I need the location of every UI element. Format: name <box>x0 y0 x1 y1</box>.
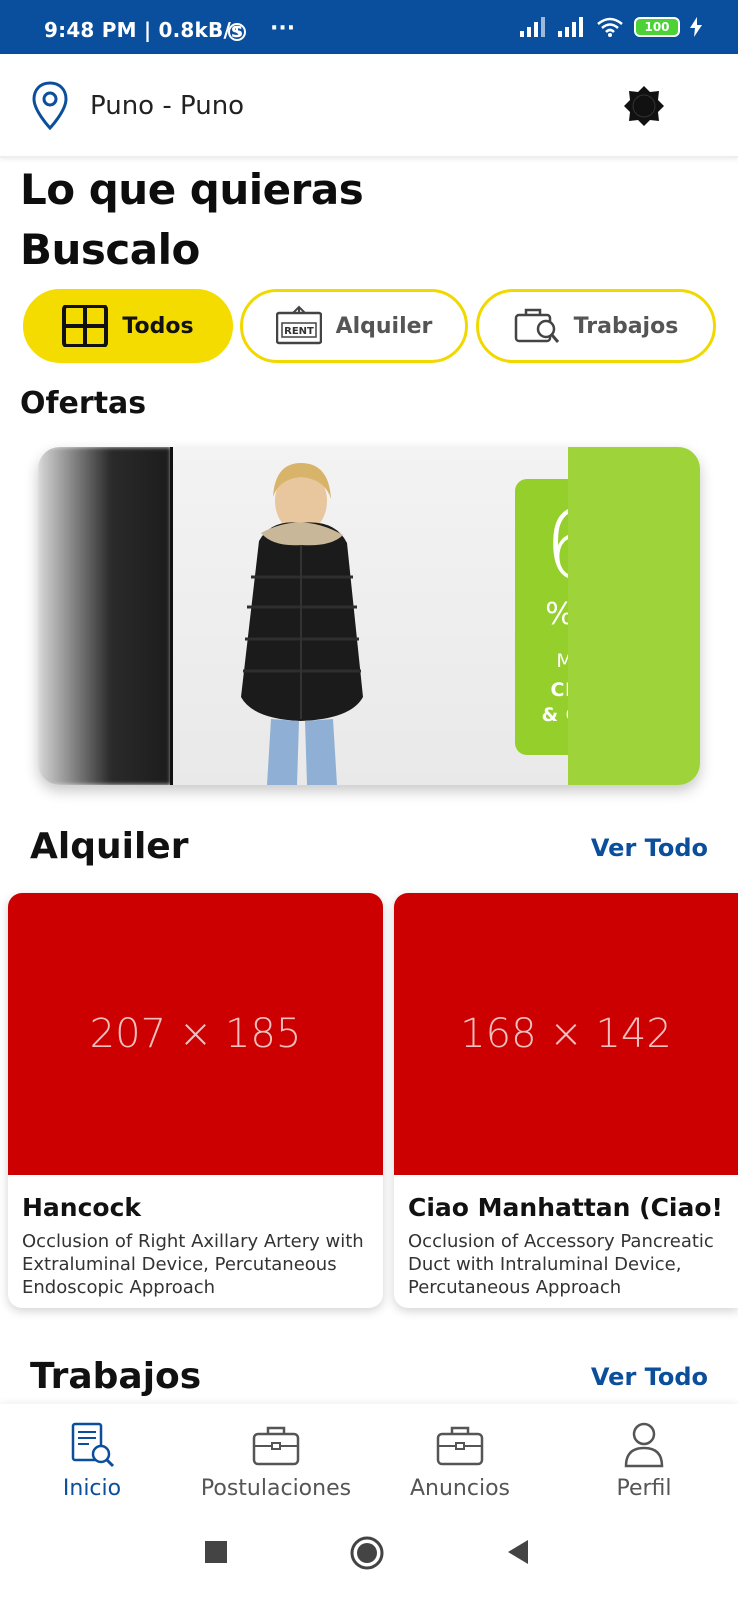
jacket-model-image <box>241 463 363 785</box>
nav-label: Perfil <box>616 1476 672 1501</box>
grid-icon <box>62 305 109 347</box>
category-chip-trabajos[interactable]: Trabajos <box>476 289 716 363</box>
chip-label: Trabajos <box>573 313 679 339</box>
charging-icon <box>690 17 702 37</box>
system-nav-bar <box>0 1516 738 1600</box>
status-time: 9:48 PM | 0.8kB/s <box>44 18 244 42</box>
headline-line-2: Buscalo <box>20 225 200 274</box>
briefcase-icon <box>252 1426 300 1466</box>
bottom-nav: Inicio Postulaciones Anuncios Perfil <box>0 1404 738 1516</box>
nav-item-postulaciones[interactable]: Postulaciones <box>184 1422 368 1501</box>
svg-text:RENT: RENT <box>284 326 314 337</box>
offers-title: Ofertas <box>20 386 147 421</box>
location-label[interactable]: Puno - Puno <box>90 91 244 121</box>
rent-sign-icon: RENT <box>275 305 322 345</box>
card-image-placeholder: 168 × 142 <box>394 893 738 1175</box>
chip-label: Todos <box>122 313 194 339</box>
headline-line-1: Lo que quieras <box>20 165 364 214</box>
card-description: Occlusion of Right Axillary Artery with … <box>22 1231 364 1298</box>
home-search-icon <box>71 1422 115 1468</box>
banner-photo: 60 %DCTO MILES DE CHOMPAS & CASACAS <box>173 447 695 785</box>
rental-card[interactable]: 207 × 185 Hancock Occlusion of Right Axi… <box>8 893 383 1308</box>
more-indicator: ··· <box>270 16 296 41</box>
status-bar: 9:48 PM | 0.8kB/s ··· 100 <box>0 0 738 54</box>
nav-label: Postulaciones <box>200 1476 352 1501</box>
category-chip-todos[interactable]: Todos <box>23 289 233 363</box>
signal-icon-2 <box>558 17 583 37</box>
location-pin-icon[interactable] <box>30 80 70 132</box>
wifi-icon <box>597 17 623 37</box>
nav-item-inicio[interactable]: Inicio <box>0 1422 184 1501</box>
briefcase-search-icon <box>514 308 559 343</box>
jobs-title: Trabajos <box>30 1356 202 1397</box>
jobs-see-all-link[interactable]: Ver Todo <box>591 1363 708 1391</box>
card-title: Ciao Manhattan (Ciao! M. <box>408 1193 724 1222</box>
battery-icon: 100 <box>634 17 680 37</box>
signal-icon <box>520 17 545 37</box>
banner-side-image-right <box>568 447 700 785</box>
nav-label: Anuncios <box>409 1476 510 1501</box>
image-size-label: 168 × 142 <box>460 1011 672 1057</box>
rentals-title: Alquiler <box>30 826 189 867</box>
theme-toggle-icon[interactable] <box>622 84 666 128</box>
card-title: Hancock <box>22 1193 142 1222</box>
card-description: Occlusion of Accessory Pancreatic Duct w… <box>408 1231 714 1298</box>
nav-item-anuncios[interactable]: Anuncios <box>368 1422 552 1501</box>
card-image-placeholder: 207 × 185 <box>8 893 383 1175</box>
banner-side-image <box>38 447 171 785</box>
category-chip-alquiler[interactable]: RENT Alquiler <box>240 289 468 363</box>
rentals-see-all-link[interactable]: Ver Todo <box>591 834 708 862</box>
location-header: Puno - Puno <box>0 54 738 158</box>
recents-icon[interactable] <box>204 1540 228 1564</box>
home-icon[interactable] <box>350 1536 384 1570</box>
image-size-label: 207 × 185 <box>89 1011 302 1057</box>
nav-label: Inicio <box>62 1476 122 1501</box>
alarm-icon <box>228 23 246 41</box>
briefcase-icon <box>436 1426 484 1466</box>
back-icon[interactable] <box>506 1538 530 1566</box>
nav-item-perfil[interactable]: Perfil <box>552 1422 736 1501</box>
rental-card[interactable]: 168 × 142 Ciao Manhattan (Ciao! M. Occlu… <box>394 893 738 1308</box>
offers-banner[interactable]: 60 %DCTO MILES DE CHOMPAS & CASACAS <box>38 447 700 785</box>
user-icon <box>624 1422 664 1468</box>
chip-label: Alquiler <box>335 313 433 339</box>
